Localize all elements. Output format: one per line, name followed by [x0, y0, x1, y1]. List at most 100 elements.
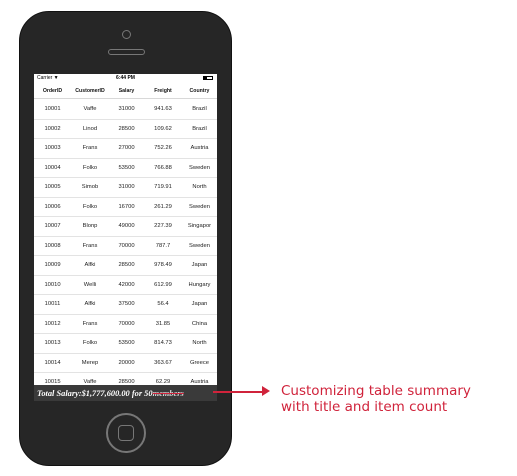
- callout-line-1: Customizing table summary: [281, 383, 471, 399]
- cell-orderid: 10012: [44, 320, 61, 327]
- cell-salary: 31000: [118, 106, 135, 113]
- cell-customerid: Simob: [81, 184, 99, 191]
- cell-orderid: 10001: [44, 106, 61, 113]
- table-row[interactable]: 10014 Merep 20000 363.67 Greece: [34, 354, 217, 373]
- summary-text: Total Salary:$1,777,600.00 for 50: [37, 388, 153, 398]
- cell-salary: 16700: [118, 203, 135, 210]
- cell-salary: 53500: [118, 164, 135, 171]
- cell-orderid: 10005: [44, 184, 61, 191]
- status-time: 6:44 PM: [116, 75, 135, 81]
- cell-customerid: Folko: [82, 340, 98, 347]
- cell-customerid: Alfki: [84, 262, 96, 269]
- status-bar: Carrier ▼ 6:44 PM: [34, 74, 217, 83]
- table-row[interactable]: 10008 Frans 70000 787.7 Sweden: [34, 237, 217, 256]
- column-header-orderid[interactable]: OrderID: [34, 83, 71, 98]
- cell-country: Sweden: [189, 242, 210, 249]
- table-row[interactable]: 10004 Folko 53500 766.88 Sweden: [34, 159, 217, 178]
- cell-customerid: Frans: [82, 242, 98, 249]
- cell-customerid: Vaffe: [83, 106, 97, 113]
- cell-orderid: 10006: [44, 203, 61, 210]
- table-row[interactable]: 10013 Folko 53500 814.73 North: [34, 334, 217, 354]
- table-row[interactable]: 10009 Alfki 28500 978.49 Japan: [34, 256, 217, 276]
- summary-struck-text: members: [152, 388, 184, 398]
- cell-salary: 37500: [118, 301, 135, 308]
- cell-customerid: Merep: [81, 359, 99, 366]
- table-summary-row: Total Salary:$1,777,600.00 for 50 member…: [34, 385, 217, 401]
- cell-salary: 42000: [118, 281, 135, 288]
- cell-freight: 978.49: [154, 262, 172, 269]
- cell-freight: 719.91: [154, 184, 172, 191]
- cell-country: Greece: [189, 359, 209, 366]
- cell-salary: 53500: [118, 340, 135, 347]
- cell-country: North: [192, 184, 207, 191]
- cell-country: Hungary: [188, 281, 211, 288]
- table-row[interactable]: 10005 Simob 31000 719.91 North: [34, 178, 217, 198]
- cell-freight: 363.67: [154, 359, 172, 366]
- table-row[interactable]: 10001 Vaffe 31000 941.63 Brazil: [34, 100, 217, 120]
- speaker-grille: [108, 49, 145, 55]
- table-row[interactable]: 10012 Frans 70000 31.85 China: [34, 315, 217, 334]
- cell-freight: 261.29: [154, 203, 172, 210]
- cell-freight: 787.7: [155, 242, 171, 249]
- cell-customerid: Blonp: [82, 223, 98, 230]
- cell-orderid: 10009: [44, 262, 61, 269]
- cell-country: Brazil: [192, 106, 207, 113]
- table-row[interactable]: 10003 Frans 27000 752.26 Austria: [34, 139, 217, 159]
- cell-country: Sweden: [189, 203, 210, 210]
- cell-freight: 109.62: [154, 125, 172, 132]
- table-row[interactable]: 10002 Linod 28500 109.62 Brazil: [34, 120, 217, 139]
- cell-salary: 28500: [118, 125, 135, 132]
- camera-icon: [122, 30, 131, 39]
- cell-country: Brazil: [192, 125, 207, 132]
- cell-freight: 56.4: [157, 301, 169, 308]
- cell-orderid: 10002: [44, 125, 61, 132]
- cell-country: Japan: [191, 301, 208, 308]
- cell-orderid: 10011: [44, 301, 61, 308]
- column-header-freight[interactable]: Freight: [144, 83, 182, 98]
- callout-line-2: with title and item count: [281, 399, 448, 415]
- column-header-country[interactable]: Country: [182, 83, 217, 98]
- cell-salary: 49000: [118, 223, 135, 230]
- cell-orderid: 10008: [44, 242, 61, 249]
- cell-orderid: 10014: [44, 359, 61, 366]
- column-header-customerid[interactable]: CustomerID: [71, 83, 109, 98]
- table-row[interactable]: 10011 Alfki 37500 56.4 Japan: [34, 295, 217, 315]
- cell-orderid: 10003: [44, 145, 61, 152]
- table-row[interactable]: 10007 Blonp 49000 227.39 Singapor: [34, 217, 217, 237]
- cell-customerid: Folko: [82, 164, 98, 171]
- phone-screen: Carrier ▼ 6:44 PM OrderID CustomerID Sal…: [34, 74, 217, 401]
- column-header-salary[interactable]: Salary: [109, 83, 144, 98]
- cell-country: China: [191, 320, 208, 327]
- callout-arrow-icon: [262, 386, 270, 396]
- cell-freight: 31.85: [155, 320, 171, 327]
- table-body: 10001 Vaffe 31000 941.63 Brazil 10002 Linod 285…: [34, 100, 217, 393]
- cell-customerid: Frans: [82, 320, 98, 327]
- table-row[interactable]: 10006 Folko 16700 261.29 Sweden: [34, 198, 217, 217]
- cell-customerid: Folko: [82, 203, 98, 210]
- cell-salary: 70000: [118, 320, 135, 327]
- cell-orderid: 10007: [44, 223, 61, 230]
- cell-customerid: Linod: [82, 125, 98, 132]
- cell-freight: 752.26: [154, 145, 172, 152]
- cell-freight: 227.39: [154, 223, 172, 230]
- battery-icon: [203, 76, 213, 80]
- cell-salary: 31000: [118, 184, 135, 191]
- cell-freight: 814.73: [154, 340, 172, 347]
- home-button-icon: [118, 425, 134, 441]
- cell-customerid: Frans: [82, 145, 98, 152]
- cell-salary: 70000: [118, 242, 135, 249]
- callout-label: Customizing table summary with title and…: [281, 383, 471, 415]
- cell-salary: 20000: [118, 359, 135, 366]
- cell-country: North: [192, 340, 207, 347]
- cell-orderid: 10004: [44, 164, 61, 171]
- table-row[interactable]: 10010 Welli 42000 612.99 Hungary: [34, 276, 217, 295]
- cell-freight: 766.88: [154, 164, 172, 171]
- cell-freight: 941.63: [154, 106, 172, 113]
- cell-orderid: 10013: [44, 340, 61, 347]
- cell-freight: 612.99: [154, 281, 172, 288]
- cell-country: Japan: [191, 262, 208, 269]
- cell-country: Austria: [190, 145, 209, 152]
- callout-line: [213, 391, 265, 393]
- cell-salary: 28500: [118, 262, 135, 269]
- home-button[interactable]: [106, 413, 146, 453]
